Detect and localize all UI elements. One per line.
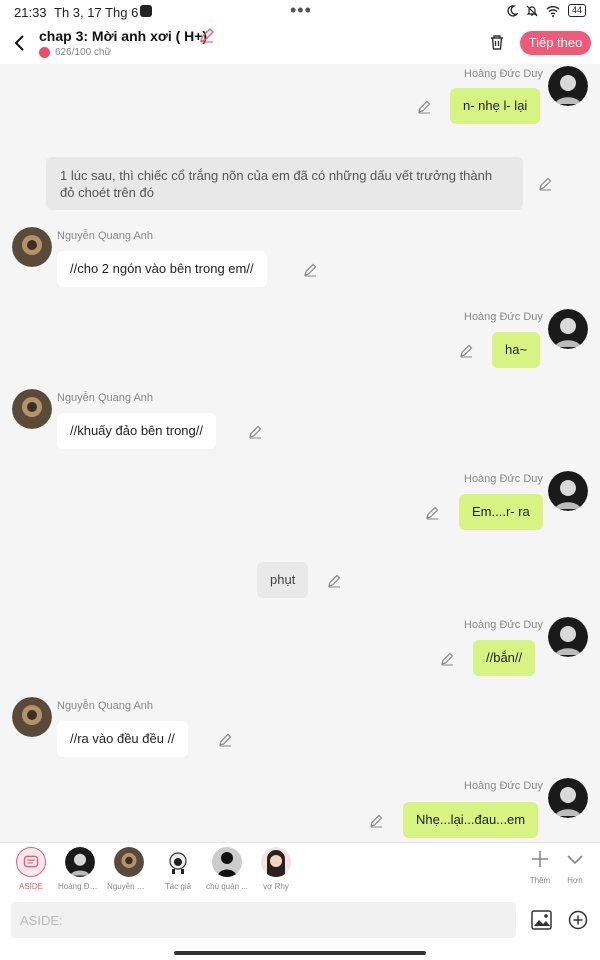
character-selector: ASIDE Hoàng Đức Duy Nguyễn Quang Anh Tác… xyxy=(0,842,600,896)
message-bubble[interactable]: n- nhẹ l- lại xyxy=(450,88,541,124)
character-vo-rhy[interactable]: vợ Rhy xyxy=(254,847,298,891)
chevron-down-icon xyxy=(567,855,583,865)
aside-bubble[interactable]: phụt xyxy=(257,562,309,598)
speaker-name: Nguyễn Quang Anh xyxy=(57,700,154,712)
character-aside[interactable]: ASIDE xyxy=(9,847,53,891)
avatar-hoang-duc-duy[interactable] xyxy=(548,471,588,511)
avatar xyxy=(261,847,291,877)
image-icon[interactable] xyxy=(531,910,552,930)
character-author[interactable]: Tác giả xyxy=(156,847,200,891)
narration-block[interactable]: 1 lúc sau, thì chiếc cổ trắng nõn của em… xyxy=(46,157,523,210)
word-count-text: 626/100 chữ xyxy=(55,47,112,58)
edit-message-pencil-icon[interactable] xyxy=(459,343,474,358)
speaker-name: Hoàng Đức Duy xyxy=(464,619,543,631)
status-date: Th 3, 17 Thg 6 xyxy=(54,5,139,20)
avatar xyxy=(212,847,242,877)
speaker-name: Hoàng Đức Duy xyxy=(464,311,543,323)
character-label: chú quán ... xyxy=(206,882,248,891)
message-input[interactable] xyxy=(11,902,516,938)
character-label: Tác giả xyxy=(164,882,192,891)
pen-badge-icon xyxy=(39,47,50,58)
edit-message-pencil-icon[interactable] xyxy=(327,573,342,588)
chapter-title: chap 3: Mời anh xơi ( H+) xyxy=(39,28,208,44)
edit-message-pencil-icon[interactable] xyxy=(369,813,384,828)
message-bubble[interactable]: ha~ xyxy=(492,332,541,368)
speaker-name: Hoàng Đức Duy xyxy=(464,473,543,485)
window-menu-dots[interactable]: ••• xyxy=(290,0,312,21)
character-label: vợ Rhy xyxy=(263,882,289,891)
speaker-name: Hoàng Đức Duy xyxy=(464,68,543,80)
speaker-name: Nguyễn Quang Anh xyxy=(57,392,154,404)
character-hoang-duc-duy[interactable]: Hoàng Đức Duy xyxy=(58,847,102,891)
avatar xyxy=(163,847,193,877)
home-indicator[interactable] xyxy=(174,951,426,955)
moon-icon xyxy=(507,4,518,17)
message-bubble[interactable]: //ra vào đều đều // xyxy=(57,721,188,757)
mute-bell-icon xyxy=(526,5,538,16)
edit-message-pencil-icon[interactable] xyxy=(417,99,432,114)
message-bubble[interactable]: //khuấy đảo bên trong// xyxy=(57,413,216,449)
character-chu-quan[interactable]: chú quán ... xyxy=(205,847,249,891)
wifi-icon xyxy=(546,5,560,17)
word-count: 626/100 chữ xyxy=(39,47,111,58)
edit-message-pencil-icon[interactable] xyxy=(248,424,263,439)
edit-title-pencil-icon[interactable] xyxy=(199,27,215,43)
status-time: 21:33 xyxy=(14,5,47,20)
speaker-name: Nguyễn Quang Anh xyxy=(57,230,154,242)
battery-icon: 44 xyxy=(567,4,586,17)
message-bubble[interactable]: Em....r- ra xyxy=(459,494,543,530)
message-bubble[interactable]: //bắn// xyxy=(473,640,536,676)
avatar-hoang-duc-duy[interactable] xyxy=(548,778,588,818)
next-button[interactable]: Tiếp theo xyxy=(520,31,591,55)
avatar-nguyen-quang-anh[interactable] xyxy=(12,389,52,429)
speaker-name: Hoàng Đức Duy xyxy=(464,780,543,792)
input-bar xyxy=(0,896,600,960)
more-button[interactable]: Hơn xyxy=(560,849,590,885)
avatar xyxy=(65,847,95,877)
edit-message-pencil-icon[interactable] xyxy=(218,732,233,747)
avatar-nguyen-quang-anh[interactable] xyxy=(12,697,52,737)
edit-message-pencil-icon[interactable] xyxy=(538,176,553,191)
character-label: Hoàng Đức Duy xyxy=(58,882,102,891)
back-arrow-icon[interactable] xyxy=(10,32,30,54)
message-bubble[interactable]: //cho 2 ngón vào bên trong em// xyxy=(57,251,267,287)
aside-icon xyxy=(23,855,39,868)
add-character-button[interactable]: Thêm xyxy=(525,849,555,885)
edit-message-pencil-icon[interactable] xyxy=(303,262,318,277)
avatar xyxy=(114,847,144,877)
avatar-hoang-duc-duy[interactable] xyxy=(548,617,588,657)
chat-area[interactable]: Hoàng Đức Duy n- nhẹ l- lại 1 lúc sau, t… xyxy=(0,64,600,842)
more-label: Hơn xyxy=(567,876,583,885)
character-label: ASIDE xyxy=(18,882,43,891)
avatar-hoang-duc-duy[interactable] xyxy=(548,309,588,349)
chapter-header: chap 3: Mời anh xơi ( H+) 626/100 chữ Ti… xyxy=(0,24,600,64)
message-bubble[interactable]: Nhẹ...lại...đau...em xyxy=(403,802,539,838)
avatar-nguyen-quang-anh[interactable] xyxy=(12,227,52,267)
avatar-hoang-duc-duy[interactable] xyxy=(548,66,588,106)
app-notification-icon xyxy=(140,5,152,17)
character-nguyen-quang-anh[interactable]: Nguyễn Quang Anh xyxy=(107,847,151,891)
plus-icon xyxy=(532,851,548,867)
trash-icon[interactable] xyxy=(488,33,506,51)
character-label: Nguyễn Quang Anh xyxy=(107,882,151,891)
add-circle-icon[interactable] xyxy=(568,910,588,930)
status-bar: 21:33 Th 3, 17 Thg 6 ••• 44 xyxy=(0,0,600,24)
edit-message-pencil-icon[interactable] xyxy=(440,651,455,666)
add-label: Thêm xyxy=(529,876,551,885)
edit-message-pencil-icon[interactable] xyxy=(425,505,440,520)
